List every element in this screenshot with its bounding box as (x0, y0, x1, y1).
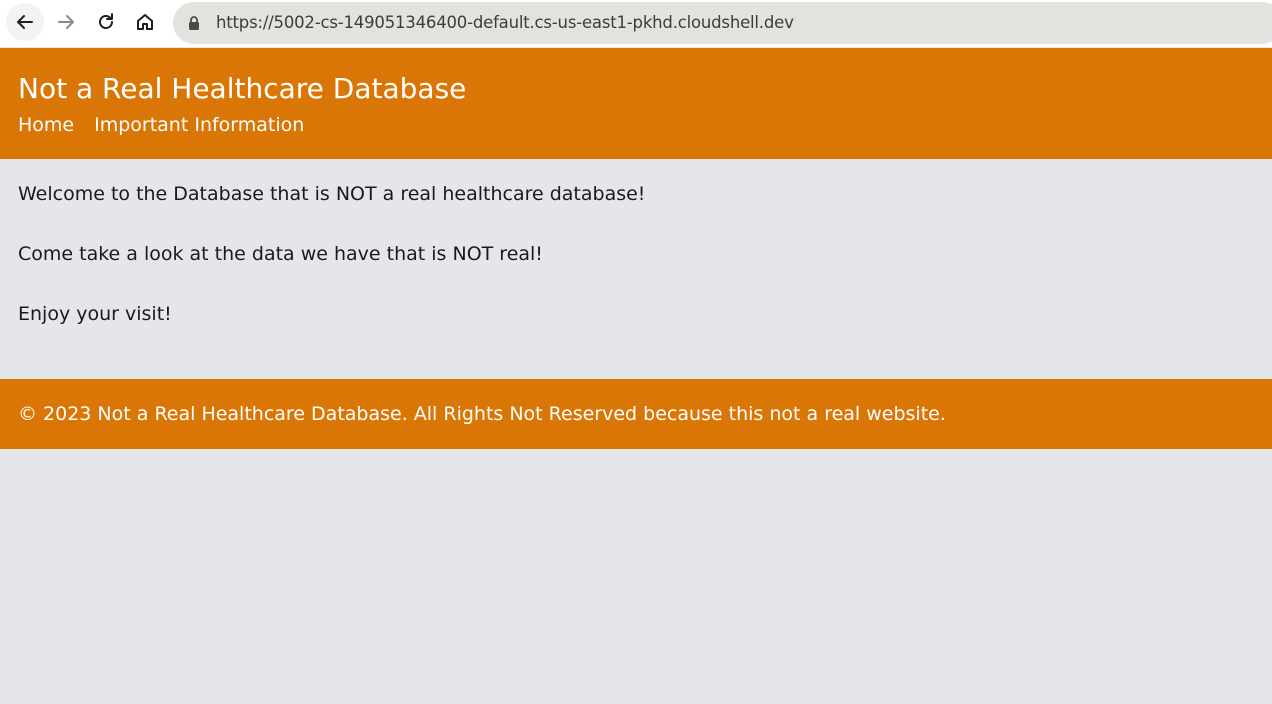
url-text[interactable]: https://5002-cs-149051346400-default.cs-… (216, 13, 794, 32)
enjoy-paragraph: Enjoy your visit! (18, 303, 172, 325)
nav-link-important-information[interactable]: Important Information (94, 114, 304, 136)
site-footer: © 2023 Not a Real Healthcare Database. A… (0, 379, 1272, 449)
nav-link-home[interactable]: Home (18, 114, 74, 136)
address-bar[interactable]: https://5002-cs-149051346400-default.cs-… (173, 2, 1272, 44)
forward-arrow-icon (58, 15, 74, 29)
reload-icon (99, 13, 113, 29)
forward-button[interactable] (46, 2, 86, 42)
site-title: Not a Real Healthcare Database (18, 72, 467, 105)
lock-icon (189, 16, 199, 30)
site-nav: Home Important Information (18, 114, 304, 136)
site-header: Not a Real Healthcare Database Home Impo… (0, 48, 1272, 159)
reload-button[interactable] (86, 2, 126, 42)
footer-copyright: © 2023 Not a Real Healthcare Database. A… (18, 403, 946, 425)
main-content: Welcome to the Database that is NOT a re… (0, 159, 1272, 379)
home-button[interactable] (125, 2, 165, 42)
browser-toolbar: https://5002-cs-149051346400-default.cs-… (0, 0, 1272, 47)
back-arrow-icon (17, 15, 33, 29)
back-button[interactable] (6, 3, 44, 41)
home-icon (137, 14, 153, 30)
welcome-paragraph: Welcome to the Database that is NOT a re… (18, 183, 646, 205)
data-paragraph: Come take a look at the data we have tha… (18, 243, 543, 265)
